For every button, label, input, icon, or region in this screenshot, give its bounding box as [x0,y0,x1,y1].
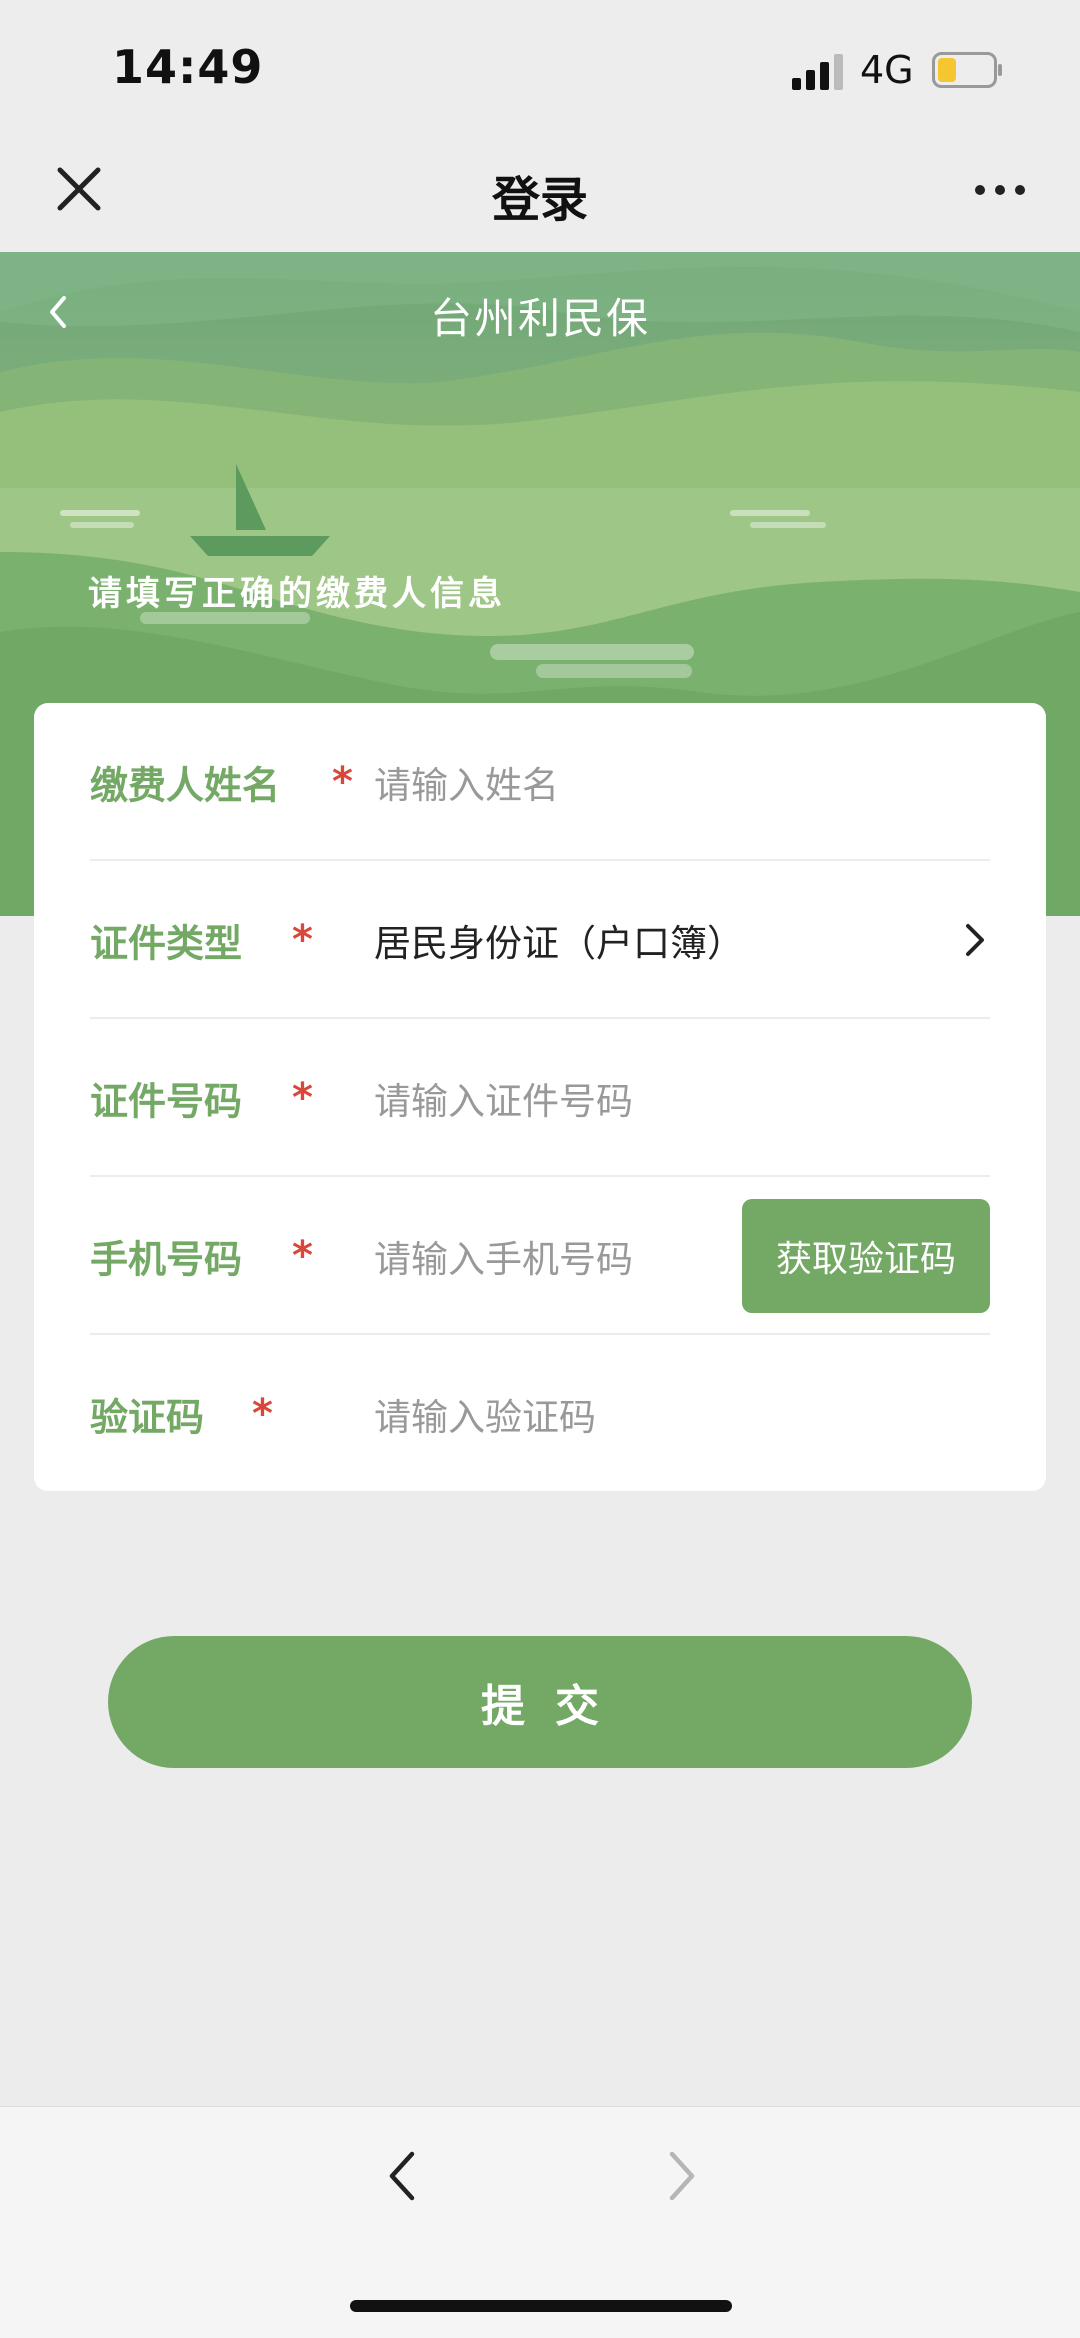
id-type-select[interactable]: 居民身份证（户口簿） [374,913,744,967]
form-row-phone: 手机号码 * 请输入手机号码 获取验证码 [90,1177,990,1335]
id-number-input[interactable]: 请输入证件号码 [374,1071,633,1125]
id-number-label: 证件号码 [90,1079,243,1124]
required-mark: * [252,1391,273,1437]
battery-low-icon [932,52,1002,88]
payer-info-form: 缴费人姓名 * 请输入姓名 证件类型 * 居民身份证（户口簿） 证件号码 * 请… [34,703,1046,1491]
required-mark: * [292,917,313,963]
network-type: 4G [860,48,914,92]
form-row-payer-name: 缴费人姓名 * 请输入姓名 [90,703,990,861]
code-label: 验证码 [90,1395,205,1440]
payer-name-input[interactable]: 请输入姓名 [374,755,559,809]
phone-label: 手机号码 [90,1237,243,1282]
form-row-code: 验证码 * 请输入验证码 [90,1335,990,1493]
required-mark: * [292,1233,313,1279]
required-mark: * [292,1075,313,1121]
form-row-id-number: 证件号码 * 请输入证件号码 [90,1019,990,1177]
page-title: 登录 [491,172,588,228]
form-row-id-type[interactable]: 证件类型 * 居民身份证（户口簿） [90,861,990,1019]
back-arrow-icon[interactable] [384,2148,420,2204]
more-dots-icon[interactable] [972,170,1028,210]
submit-button[interactable]: 提交 [108,1636,972,1768]
id-type-label: 证件类型 [90,921,243,966]
banner-subtitle: 请填写正确的缴费人信息 [88,574,506,614]
home-indicator[interactable] [350,2300,732,2312]
required-mark: * [332,759,353,805]
banner-title: 台州利民保 [429,294,650,343]
status-time: 14:49 [112,40,264,94]
payer-name-label: 缴费人姓名 [90,763,281,808]
forward-arrow-icon[interactable] [664,2148,700,2204]
get-code-button[interactable]: 获取验证码 [742,1199,990,1313]
chevron-right-icon[interactable] [960,918,990,962]
phone-input[interactable]: 请输入手机号码 [374,1229,633,1283]
code-input[interactable]: 请输入验证码 [374,1387,596,1441]
signal-bars-icon [792,54,843,90]
